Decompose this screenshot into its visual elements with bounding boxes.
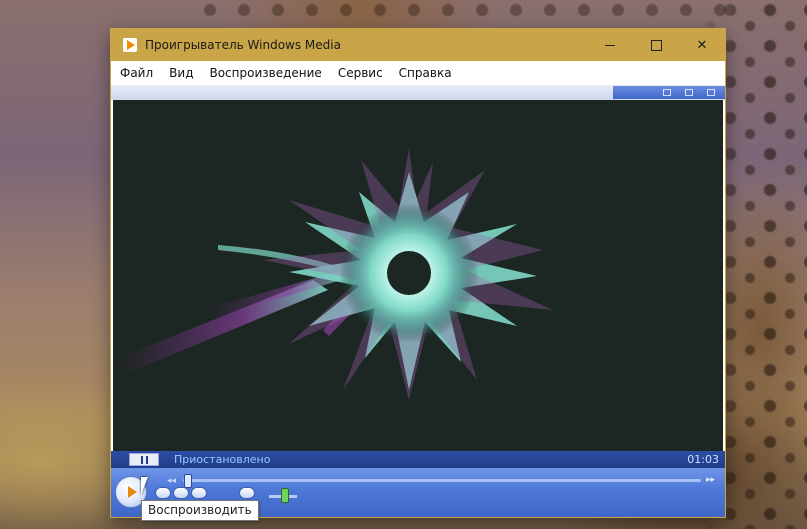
full-mode-icon[interactable] [707, 89, 715, 96]
skin-mode-icon[interactable] [685, 89, 693, 96]
view-mode-buttons [613, 86, 725, 99]
title-bar[interactable]: Проигрыватель Windows Media ✕ [111, 29, 725, 61]
seek-thumb[interactable] [184, 474, 192, 488]
volume-thumb[interactable] [281, 488, 289, 503]
previous-button[interactable] [173, 487, 189, 499]
maximize-icon [650, 39, 662, 51]
next-button[interactable] [191, 487, 207, 499]
stop-button[interactable] [155, 487, 171, 499]
pause-icon [140, 455, 143, 464]
elapsed-time: 01:03 [687, 453, 719, 466]
seek-bar[interactable] [183, 479, 701, 482]
minimize-button[interactable] [587, 29, 633, 61]
media-player-window[interactable]: Проигрыватель Windows Media ✕ Файл Вид В… [111, 29, 725, 517]
windows-media-player-icon [123, 38, 137, 52]
menu-file[interactable]: Файл [111, 61, 161, 85]
close-button[interactable]: ✕ [679, 29, 725, 61]
mute-button[interactable] [239, 487, 255, 499]
menu-play[interactable]: Воспроизведение [201, 61, 329, 85]
pause-button[interactable] [129, 453, 159, 466]
minimize-icon [605, 44, 615, 46]
menu-view[interactable]: Вид [161, 61, 201, 85]
fast-forward-icon[interactable]: ▸▸ [706, 475, 715, 485]
play-tooltip: Воспроизводить [141, 500, 259, 521]
mouse-cursor [141, 477, 155, 495]
visualization-area[interactable] [113, 100, 723, 451]
status-bar: Приостановлено 01:03 [111, 451, 725, 468]
play-icon [128, 486, 137, 498]
menu-help[interactable]: Справка [391, 61, 460, 85]
compact-mode-icon[interactable] [663, 89, 671, 96]
menu-tools[interactable]: Сервис [330, 61, 391, 85]
close-icon: ✕ [696, 37, 708, 53]
maximize-button[interactable] [633, 29, 679, 61]
visualization-burst [113, 148, 553, 400]
rewind-icon[interactable]: ◂◂ [167, 476, 176, 486]
window-title: Проигрыватель Windows Media [145, 38, 341, 52]
menu-bar: Файл Вид Воспроизведение Сервис Справка [111, 61, 725, 85]
pause-icon-bar [145, 455, 148, 464]
playback-status: Приостановлено [174, 453, 271, 466]
toolbar-strip [111, 85, 725, 100]
